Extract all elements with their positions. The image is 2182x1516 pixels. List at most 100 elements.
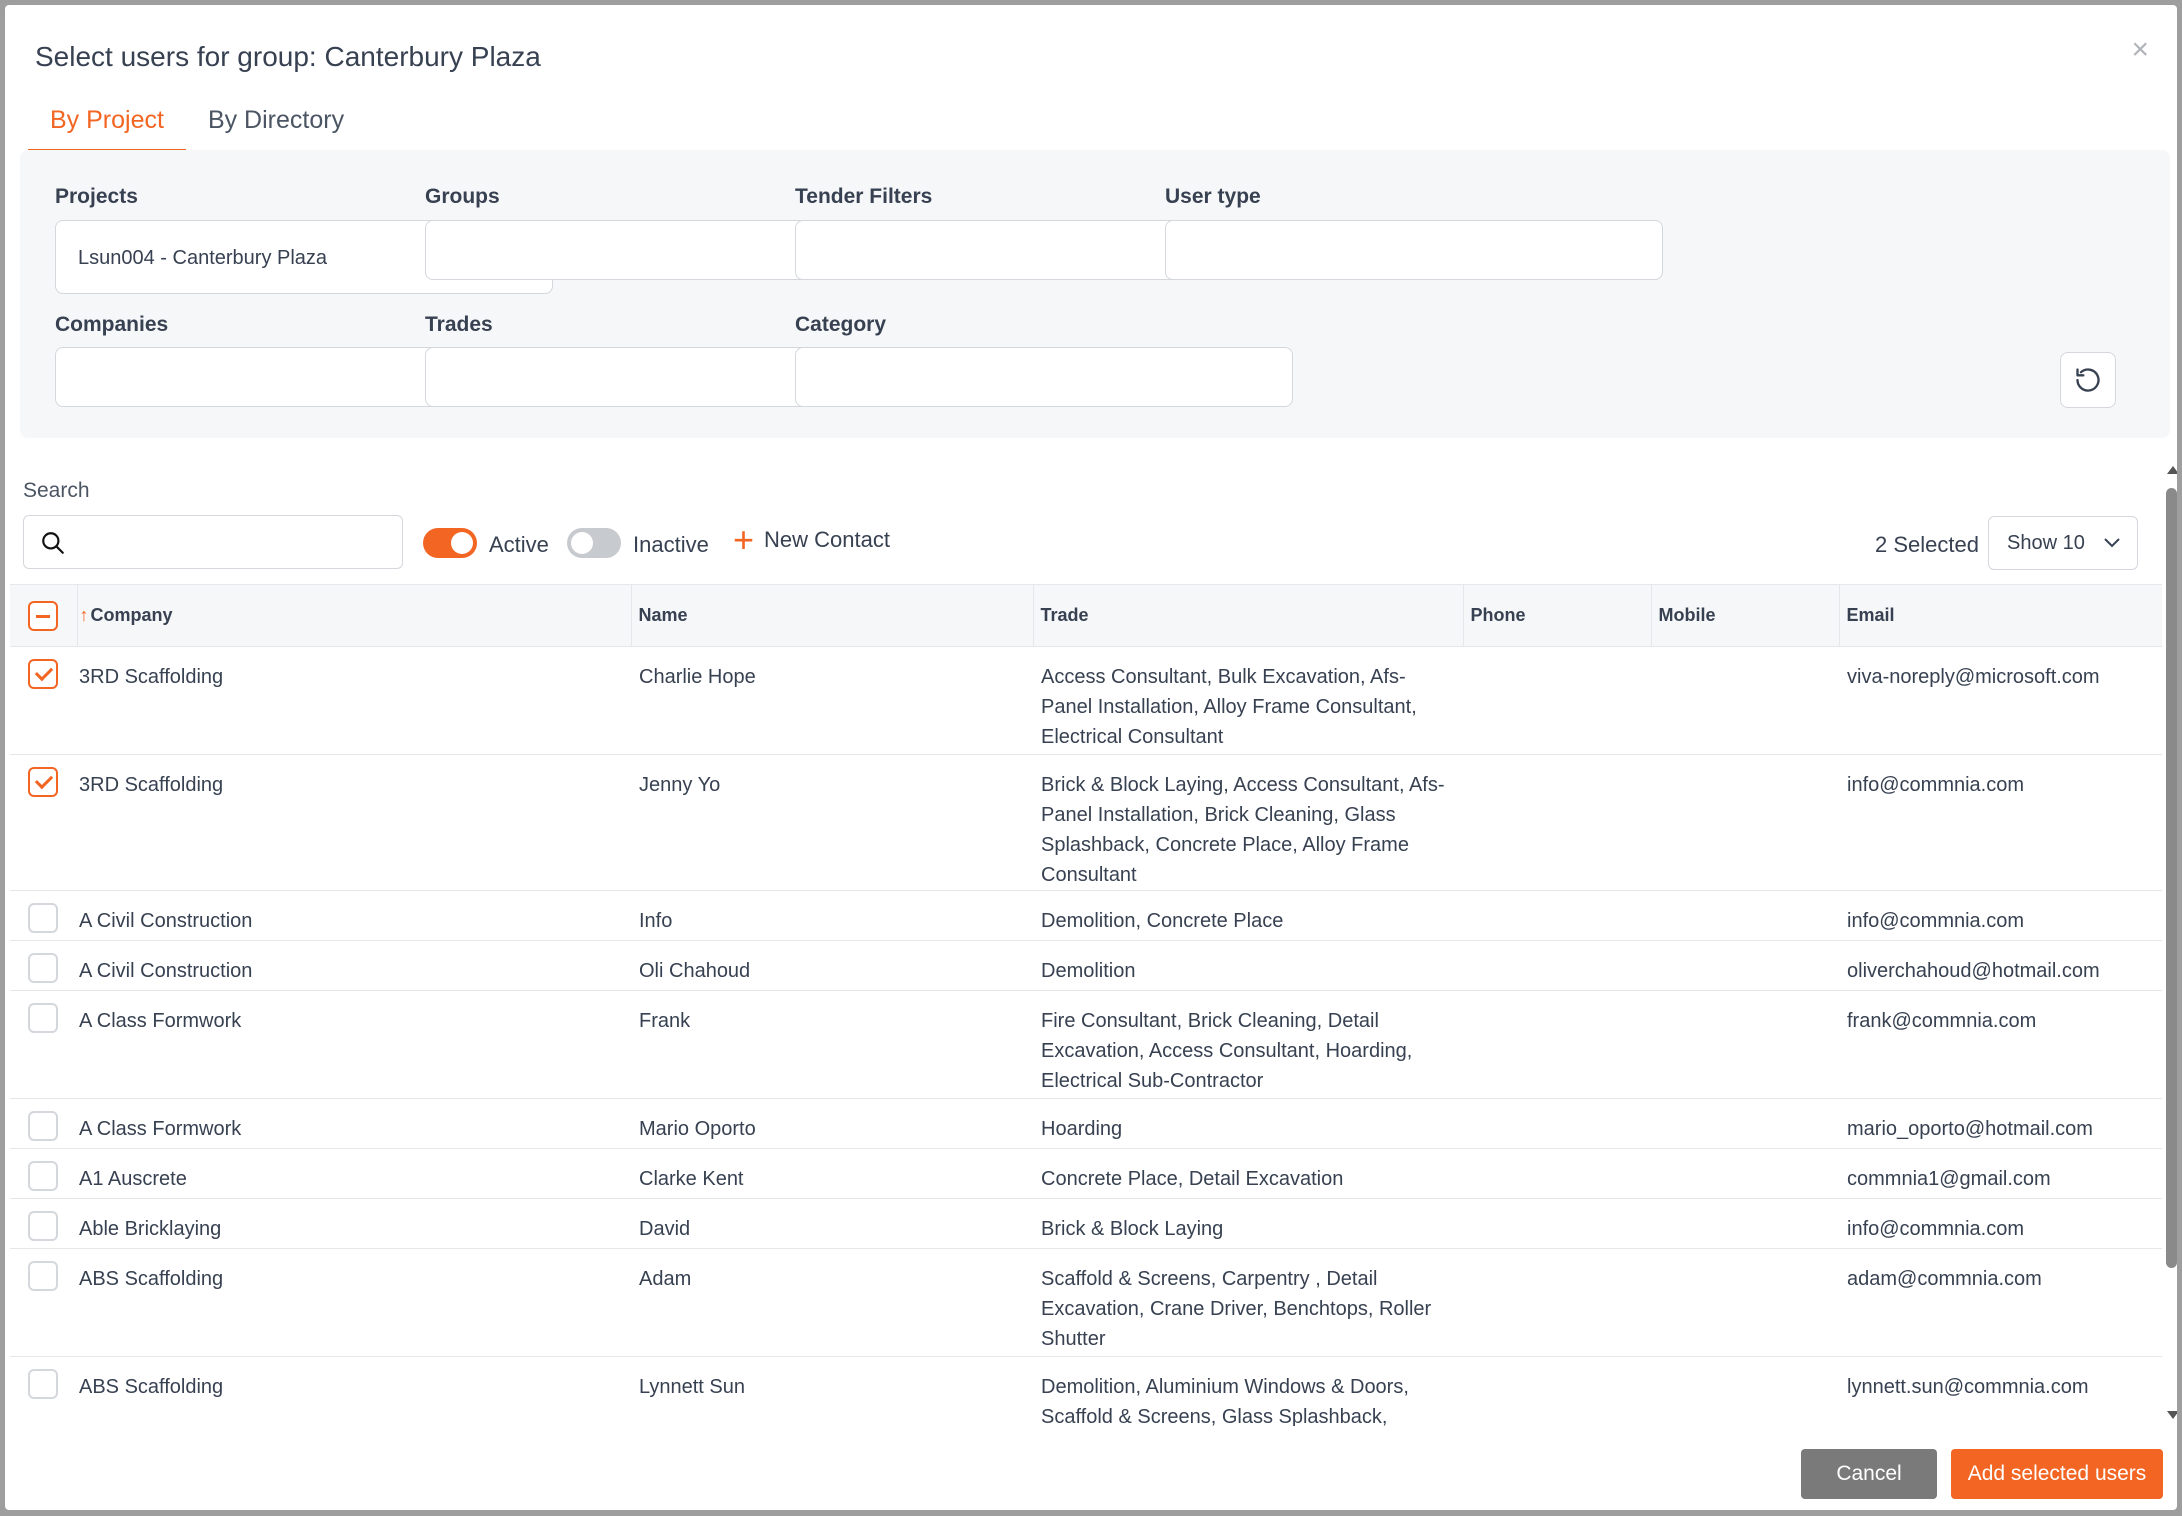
cell-trade: Demolition, Aluminium Windows & Doors, S… xyxy=(1033,1356,1463,1426)
cell-phone xyxy=(1463,990,1651,1099)
column-header-trade[interactable]: Trade xyxy=(1033,584,1464,647)
cell-mobile xyxy=(1651,1356,1839,1426)
cell-company: A Class Formwork xyxy=(77,990,631,1099)
cell-name: Lynnett Sun xyxy=(631,1356,1033,1426)
page-size-select[interactable]: Show 10 xyxy=(1988,516,2138,570)
cell-phone xyxy=(1463,940,1651,991)
cell-company: A1 Auscrete xyxy=(77,1148,631,1199)
column-header-mobile[interactable]: Mobile xyxy=(1651,584,1840,647)
row-checkbox[interactable] xyxy=(28,953,58,983)
row-select-cell xyxy=(10,1248,77,1357)
column-header-email[interactable]: Email xyxy=(1839,584,2162,647)
row-checkbox[interactable] xyxy=(28,1161,58,1191)
table-row[interactable]: A Civil Construction Oli Chahoud Demolitio… xyxy=(10,940,2162,991)
cell-mobile xyxy=(1651,646,1839,755)
cell-company: Able Bricklaying xyxy=(77,1198,631,1249)
cell-mobile xyxy=(1651,890,1839,941)
active-toggle[interactable] xyxy=(423,528,477,558)
scroll-down-arrow-icon[interactable] xyxy=(2167,1411,2177,1419)
search-icon xyxy=(42,532,64,554)
table-row[interactable]: A Class Formwork Mario Oporto Hoarding mari… xyxy=(10,1098,2162,1149)
tender-filters-label: Tender Filters xyxy=(795,185,933,208)
row-checkbox[interactable] xyxy=(28,659,58,689)
cell-company: A Class Formwork xyxy=(77,1098,631,1149)
scrollbar-thumb[interactable] xyxy=(2166,488,2177,1268)
row-checkbox[interactable] xyxy=(28,1369,58,1399)
row-checkbox[interactable] xyxy=(28,1261,58,1291)
filter-panel: Projects Lsun004 - Canterbury Plaza Grou… xyxy=(20,150,2170,438)
tab-by-directory[interactable]: By Directory xyxy=(186,97,366,152)
inactive-label: Inactive xyxy=(633,532,709,557)
cell-phone xyxy=(1463,1248,1651,1357)
cell-name: Oli Chahoud xyxy=(631,940,1033,991)
cell-name: Jenny Yo xyxy=(631,754,1033,891)
cell-phone xyxy=(1463,754,1651,891)
reset-icon xyxy=(2076,368,2100,392)
cell-trade: Access Consultant, Bulk Excavation, Afs-… xyxy=(1033,646,1463,755)
user-type-label: User type xyxy=(1165,185,1261,208)
cell-mobile xyxy=(1651,990,1839,1099)
row-checkbox[interactable] xyxy=(28,767,58,797)
tab-bar: By Project By Directory xyxy=(28,97,366,152)
new-contact-button[interactable]: + New Contact xyxy=(733,522,890,558)
toggle-knob xyxy=(571,532,593,554)
cell-company: ABS Scaffolding xyxy=(77,1248,631,1357)
cell-name: Mario Oporto xyxy=(631,1098,1033,1149)
cell-name: Clarke Kent xyxy=(631,1148,1033,1199)
table-header-row: ↑ Company Name Trade Phone Mobile Email xyxy=(10,584,2162,647)
row-checkbox[interactable] xyxy=(28,1111,58,1141)
projects-label: Projects xyxy=(55,185,138,208)
row-select-cell xyxy=(10,940,77,991)
column-header-company[interactable]: ↑ Company xyxy=(77,584,632,647)
cell-email: adam@commnia.com xyxy=(1839,1248,2162,1357)
cell-mobile xyxy=(1651,940,1839,991)
column-header-name[interactable]: Name xyxy=(631,584,1034,647)
cell-email: lynnett.sun@commnia.com xyxy=(1839,1356,2162,1426)
row-checkbox[interactable] xyxy=(28,1211,58,1241)
row-checkbox[interactable] xyxy=(28,1003,58,1033)
inactive-toggle[interactable] xyxy=(567,528,621,558)
reset-filters-button[interactable] xyxy=(2060,352,2116,408)
table-row[interactable]: ABS Scaffolding Adam Scaffold & Screens, C… xyxy=(10,1248,2162,1357)
table-row[interactable]: A Class Formwork Frank Fire Consultant, Br… xyxy=(10,990,2162,1099)
row-select-cell xyxy=(10,1356,77,1426)
row-checkbox[interactable] xyxy=(28,903,58,933)
table-row[interactable]: Able Bricklaying David Brick & Block Layin… xyxy=(10,1198,2162,1249)
row-select-cell xyxy=(10,1098,77,1149)
cell-trade: Brick & Block Laying xyxy=(1033,1198,1463,1249)
cell-email: viva-noreply@microsoft.com xyxy=(1839,646,2162,755)
cell-name: Info xyxy=(631,890,1033,941)
trades-label: Trades xyxy=(425,313,493,336)
table-row[interactable]: A1 Auscrete Clarke Kent Concrete Place, De… xyxy=(10,1148,2162,1199)
tab-by-project[interactable]: By Project xyxy=(28,97,186,152)
scroll-up-arrow-icon[interactable] xyxy=(2167,466,2177,474)
table-row[interactable]: 3RD Scaffolding Charlie Hope Access Consul… xyxy=(10,646,2162,755)
cancel-button[interactable]: Cancel xyxy=(1801,1449,1937,1499)
select-all-checkbox[interactable] xyxy=(28,600,58,631)
add-selected-users-button[interactable]: Add selected users xyxy=(1951,1449,2163,1499)
cell-email: commnia1@gmail.com xyxy=(1839,1148,2162,1199)
table-row[interactable]: ABS Scaffolding Lynnett Sun Demolition, Al… xyxy=(10,1356,2162,1426)
column-header-phone[interactable]: Phone xyxy=(1463,584,1652,647)
select-all-cell xyxy=(10,584,78,647)
search-input[interactable] xyxy=(23,515,403,569)
cell-trade: Demolition xyxy=(1033,940,1463,991)
row-select-cell xyxy=(10,890,77,941)
category-select[interactable] xyxy=(795,347,1293,407)
cell-phone xyxy=(1463,890,1651,941)
user-type-select[interactable] xyxy=(1165,220,1663,280)
cell-phone xyxy=(1463,1356,1651,1426)
cell-company: 3RD Scaffolding xyxy=(77,754,631,891)
row-select-cell xyxy=(10,1148,77,1199)
table-row[interactable]: A Civil Construction Info Demolition, Conc… xyxy=(10,890,2162,941)
close-icon[interactable]: × xyxy=(2131,35,2149,65)
search-label: Search xyxy=(23,479,90,502)
cell-mobile xyxy=(1651,1148,1839,1199)
cell-trade: Scaffold & Screens, Carpentry , Detail E… xyxy=(1033,1248,1463,1357)
table-row[interactable]: 3RD Scaffolding Jenny Yo Brick & Block Lay… xyxy=(10,754,2162,891)
cell-name: Frank xyxy=(631,990,1033,1099)
cell-email: mario_oporto@hotmail.com xyxy=(1839,1098,2162,1149)
cell-email: info@commnia.com xyxy=(1839,890,2162,941)
page-size-value: Show 10 xyxy=(2007,532,2085,554)
new-contact-label: New Contact xyxy=(764,527,890,552)
